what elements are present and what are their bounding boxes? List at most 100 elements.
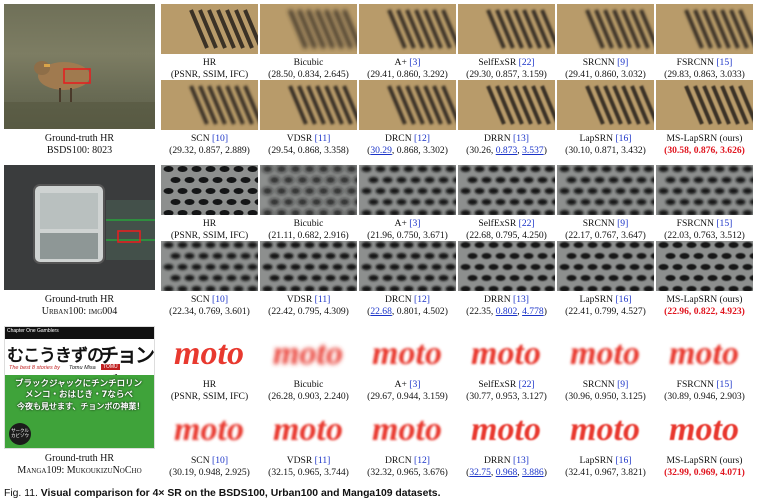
method-scores: (30.77, 0.953, 3.127) [466, 390, 547, 402]
citation-ref: [9] [614, 379, 629, 390]
method-name: Bicubic [293, 218, 324, 229]
patch-hr: moto [161, 326, 258, 376]
patch-selfexsr: moto [458, 326, 555, 376]
method-scores: (30.58, 0.876, 3.626) [664, 144, 745, 156]
citation-ref: [22] [516, 379, 535, 390]
method-name: FSRCNN [15] [676, 57, 733, 68]
citation-ref: [16] [613, 455, 632, 466]
citation-ref: [13] [510, 455, 530, 466]
method-name: SCN [10] [190, 133, 229, 144]
patch-fsrcnn: moto [656, 326, 753, 376]
method-name: DRCN [12] [384, 455, 431, 466]
method-name: SCN [10] [190, 455, 229, 466]
patch-a- [359, 165, 456, 215]
manga-subtitle: The best 8 stories by [9, 365, 61, 371]
method-name: Bicubic [293, 57, 324, 68]
ground-truth-image-bird [4, 4, 155, 129]
patch-drcn [359, 80, 456, 130]
patch-ms-lapsrn-ours- [656, 80, 753, 130]
citation-ref: [16] [613, 294, 632, 305]
method-name: HR [202, 218, 217, 229]
patch-hr [161, 165, 258, 215]
gt-title: Ground-truth HR [44, 453, 115, 464]
method-scores: (30.26, 0.873, 3.537) [466, 144, 547, 156]
svg-text:moto: moto [471, 411, 541, 448]
svg-text:moto: moto [372, 335, 442, 372]
citation-ref: [15] [713, 57, 733, 68]
citation-ref: [22] [516, 218, 535, 229]
method-scores: (PSNR, SSIM, IFC) [170, 390, 249, 402]
method-scores: (29.54, 0.868, 3.358) [268, 144, 349, 156]
patch-srcnn [557, 4, 654, 54]
patch-lapsrn [557, 80, 654, 130]
method-scores: (22.17, 0.767, 3.647) [565, 229, 646, 241]
citation-ref: [3] [406, 218, 421, 229]
patch-drrn: moto [458, 402, 555, 452]
patch-a- [359, 4, 456, 54]
gt-dataset-id: Urban100: img004 [41, 306, 118, 317]
manga-line-2: メンコ・おはじき・7ならべ [25, 390, 133, 400]
method-scores: (22.35, 0.802, 4.778) [466, 305, 547, 317]
svg-text:moto: moto [570, 335, 640, 372]
method-scores: (22.42, 0.795, 4.309) [268, 305, 349, 317]
method-name: SelfExSR [22] [478, 379, 535, 390]
method-name: FSRCNN [15] [676, 379, 733, 390]
svg-text:moto: moto [273, 411, 343, 448]
citation-ref: [12] [411, 133, 431, 144]
method-scores: (29.83, 0.863, 3.033) [664, 68, 745, 80]
ground-truth-image-manga-cover: Chapter One Gamblers むこうきずの チョンボ The bes… [4, 326, 155, 449]
patch-bicubic [260, 4, 357, 54]
method-scores: (32.15, 0.965, 3.744) [268, 466, 349, 478]
gt-title: Ground-truth HR [44, 133, 115, 144]
method-name: SRCNN [9] [582, 57, 629, 68]
method-name: DRRN [13] [483, 455, 530, 466]
method-name: SRCNN [9] [582, 218, 629, 229]
method-scores: (30.29, 0.868, 3.302) [367, 144, 448, 156]
method-name: HR [202, 57, 217, 68]
patch-srcnn: moto [557, 326, 654, 376]
method-scores: (29.41, 0.860, 3.292) [367, 68, 448, 80]
svg-text:moto: moto [570, 411, 640, 448]
gt-dataset-id: BSDS100: 8023 [46, 145, 113, 156]
manga-line-3: 今夜も見せます、チョンボの神業！ [17, 402, 145, 411]
method-scores: (21.11, 0.682, 2.916) [268, 229, 349, 241]
figure-caption-text: Visual comparison for 4× SR on the BSDS1… [40, 488, 441, 499]
gt-dataset-id: Manga109: MukoukizuNoCho [17, 465, 142, 476]
patch-ms-lapsrn-ours- [656, 241, 753, 291]
citation-ref: [10] [209, 133, 229, 144]
method-name: A+ [3] [394, 57, 421, 68]
method-scores: (29.41, 0.860, 3.032) [565, 68, 646, 80]
manga-line-1: ブラックジャックにチンチロリン [15, 379, 143, 389]
method-name: SCN [10] [190, 294, 229, 305]
patch-fsrcnn [656, 165, 753, 215]
patch-drcn: moto [359, 402, 456, 452]
patch-a-: moto [359, 326, 456, 376]
citation-ref: [3] [406, 379, 421, 390]
svg-text:moto: moto [174, 411, 244, 448]
patch-ms-lapsrn-ours-: moto [656, 402, 753, 452]
ground-truth-image-building [4, 165, 155, 290]
method-scores: (32.99, 0.969, 4.071) [664, 466, 745, 478]
method-scores: (22.34, 0.769, 3.601) [169, 305, 250, 317]
manga-author-tag: TOMU [101, 364, 120, 370]
citation-ref: [13] [510, 133, 530, 144]
method-scores: (22.68, 0.801, 4.502) [367, 305, 448, 317]
method-scores: (29.30, 0.857, 3.159) [466, 68, 547, 80]
patch-vdsr: moto [260, 402, 357, 452]
method-name: SelfExSR [22] [478, 218, 535, 229]
method-scores: (29.32, 0.857, 2.889) [169, 144, 250, 156]
patch-scn: moto [161, 402, 258, 452]
method-name: A+ [3] [394, 218, 421, 229]
patch-scn [161, 241, 258, 291]
method-name: VDSR [11] [286, 294, 331, 305]
method-scores: (22.41, 0.799, 4.527) [565, 305, 646, 317]
patch-drrn [458, 80, 555, 130]
method-name: FSRCNN [15] [676, 218, 733, 229]
method-name: DRCN [12] [384, 294, 431, 305]
manga-title-left: むこうきずの [7, 346, 104, 366]
patch-bicubic [260, 165, 357, 215]
method-scores: (22.03, 0.763, 3.512) [664, 229, 745, 241]
svg-text:moto: moto [372, 411, 442, 448]
method-name: A+ [3] [394, 379, 421, 390]
figure-label: Fig. 11. [4, 488, 38, 499]
